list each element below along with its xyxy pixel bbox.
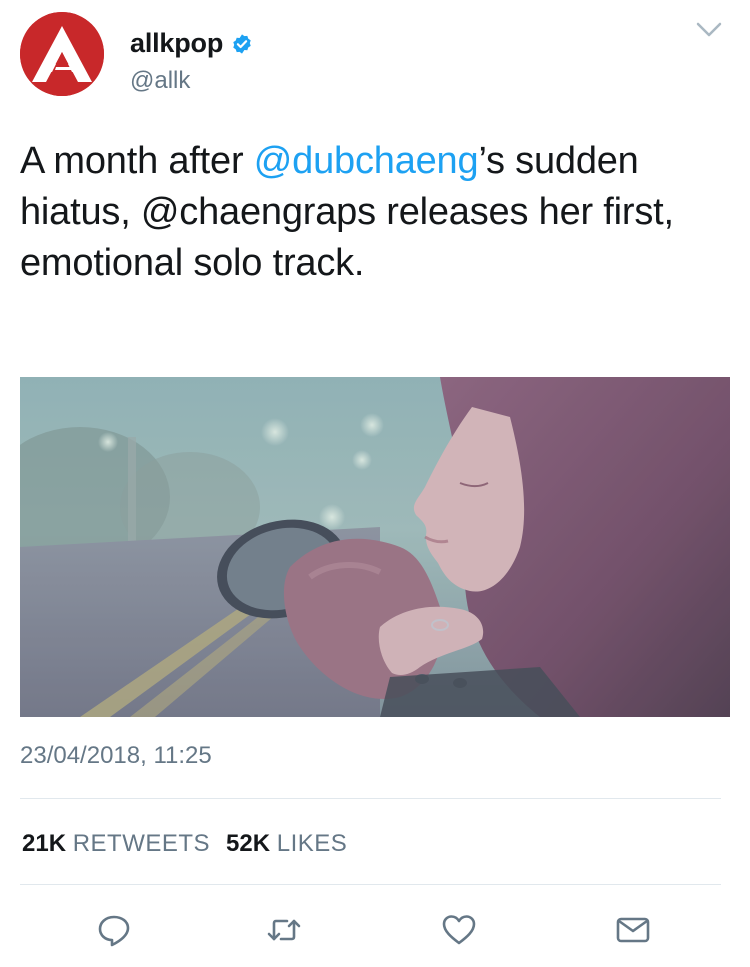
divider	[20, 798, 721, 799]
reply-button[interactable]	[89, 905, 139, 955]
retweet-icon	[267, 919, 301, 941]
direct-message-icon	[616, 917, 650, 943]
mention-link[interactable]: @dubchaeng	[254, 140, 479, 182]
retweet-button[interactable]	[259, 905, 309, 955]
like-icon	[442, 915, 476, 945]
tweet-text-segment: A month after	[20, 140, 254, 182]
verified-badge-icon	[231, 33, 253, 55]
likes-label: LIKES	[276, 830, 348, 857]
divider	[20, 884, 721, 885]
user-handle[interactable]: @allk	[130, 67, 190, 95]
tweet-text: A month after @dubchaeng’s sudden hiatus…	[20, 136, 730, 289]
likes-stat[interactable]: 52K LIKES	[226, 830, 347, 858]
chevron-down-icon[interactable]	[696, 22, 722, 38]
direct-message-button[interactable]	[608, 905, 658, 955]
name-row: allkpop	[130, 28, 253, 59]
allkpop-logo-icon	[20, 12, 104, 96]
like-button[interactable]	[434, 905, 484, 955]
avatar[interactable]	[20, 12, 104, 96]
tweet-media-image[interactable]	[20, 377, 730, 717]
action-bar	[0, 905, 750, 955]
tweet-stats: 21K RETWEETS 52K LIKES	[22, 830, 347, 858]
likes-count: 52K	[226, 830, 271, 857]
retweets-stat[interactable]: 21K RETWEETS	[22, 830, 210, 858]
retweets-label: RETWEETS	[72, 830, 211, 857]
reply-icon	[98, 915, 130, 947]
tweet-timestamp[interactable]: 23/04/2018, 11:25	[20, 742, 212, 770]
display-name[interactable]: allkpop	[130, 28, 223, 59]
retweets-count: 21K	[22, 830, 67, 857]
